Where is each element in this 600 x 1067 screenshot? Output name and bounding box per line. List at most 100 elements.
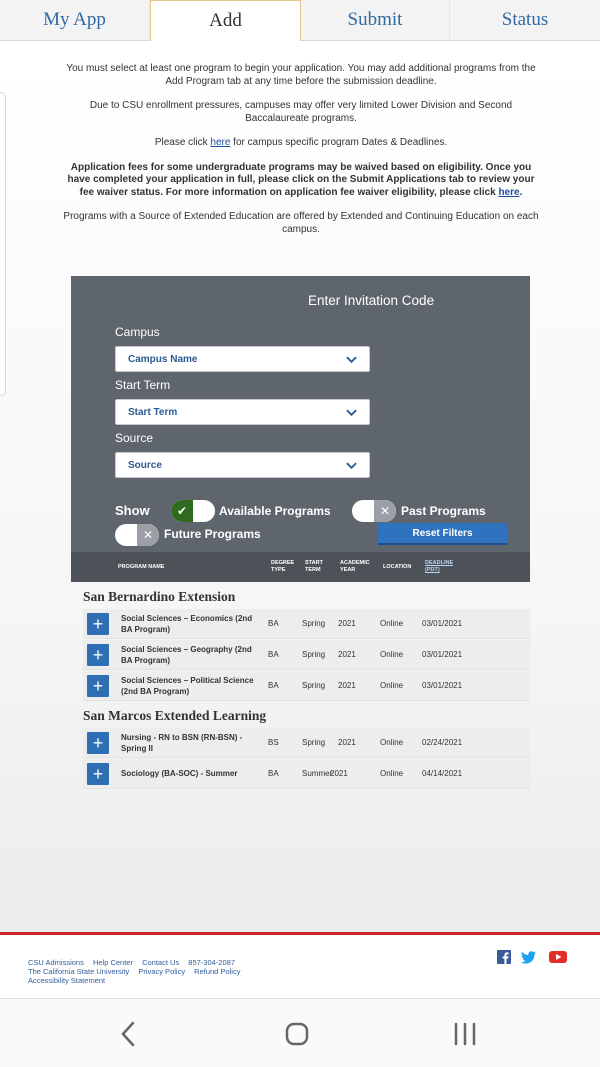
side-drawer-edge[interactable] — [0, 92, 6, 396]
start-term-select[interactable]: Start Term — [115, 399, 370, 425]
col-location: LOCATION — [383, 564, 412, 570]
facebook-icon[interactable] — [496, 949, 512, 965]
deadline: 02/24/2021 — [422, 738, 463, 747]
location: Online — [380, 650, 404, 659]
academic-year: 2021 — [338, 738, 356, 747]
start-term: Summer — [302, 769, 333, 778]
start-term-select-value: Start Term — [128, 406, 178, 418]
col-year-2: YEAR — [340, 567, 356, 573]
col-year-1: ACADEMIC — [340, 560, 370, 566]
campus-select[interactable]: Campus Name — [115, 346, 370, 372]
footer-link-phone[interactable]: 857-304-2087 — [188, 958, 235, 967]
location: Online — [380, 769, 404, 778]
degree-type: BS — [268, 738, 279, 747]
intro-fee-waiver: Application fees for some undergraduate … — [62, 162, 540, 200]
close-icon: ✕ — [374, 500, 396, 522]
footer: CSU Admissions Help Center Contact Us 85… — [0, 935, 600, 998]
footer-link-accessibility[interactable]: Accessibility Statement — [28, 976, 105, 985]
program-name: Social Sciences – Geography (2nd BA Prog… — [121, 645, 252, 665]
start-term: Spring — [302, 681, 326, 690]
footer-link-csu-admissions[interactable]: CSU Admissions — [28, 958, 84, 967]
degree-type: BA — [268, 681, 279, 690]
tab-bar: My App Add Submit Status — [0, 0, 600, 41]
footer-link-refund[interactable]: Refund Policy — [194, 967, 240, 976]
program-name: Sociology (BA-SOC) - Summer — [121, 769, 238, 778]
footer-links-row-2: The California State University Privacy … — [28, 967, 247, 976]
intro-extended-ed: Programs with a Source of Extended Educa… — [63, 211, 539, 235]
past-programs-label: Past Programs — [401, 504, 486, 518]
col-degree-2: TYPE — [271, 567, 286, 573]
show-label: Show — [115, 503, 150, 518]
col-deadline-pdt: (PDT) — [425, 567, 440, 573]
footer-link-privacy[interactable]: Privacy Policy — [138, 967, 185, 976]
tab-add[interactable]: Add — [150, 0, 301, 41]
reset-filters-button[interactable]: Reset Filters — [378, 523, 507, 545]
youtube-icon[interactable] — [548, 949, 568, 965]
group-title: San Bernardino Extension — [83, 589, 236, 604]
campus-label: Campus — [115, 325, 160, 339]
program-name: Nursing - RN to BSN (RN-BSN) - Spring II — [121, 733, 243, 753]
add-program-button[interactable]: + — [87, 732, 109, 754]
degree-type: BA — [268, 769, 279, 778]
source-label: Source — [115, 431, 154, 445]
table-row: + Social Sciences – Economics (2nd BA Pr… — [83, 609, 530, 639]
academic-year: 2021 — [338, 619, 356, 628]
col-deadline-sort-link[interactable]: DEADLINE — [425, 560, 453, 567]
source-select[interactable]: Source — [115, 452, 370, 478]
deadline: 03/01/2021 — [422, 681, 463, 690]
start-term: Spring — [302, 619, 326, 628]
program-name: Social Sciences – Economics (2nd BA Prog… — [121, 614, 253, 634]
add-program-button[interactable]: + — [87, 613, 109, 635]
add-program-button[interactable]: + — [87, 675, 109, 697]
footer-link-contact-us[interactable]: Contact Us — [142, 958, 179, 967]
back-icon[interactable] — [114, 1019, 144, 1049]
plus-icon: + — [92, 614, 104, 634]
chevron-down-icon — [346, 462, 357, 470]
degree-type: BA — [268, 619, 279, 628]
tab-status[interactable]: Status — [450, 0, 600, 41]
campus-select-value: Campus Name — [128, 353, 198, 365]
footer-links-row-1: CSU Admissions Help Center Contact Us 85… — [28, 958, 247, 967]
system-nav-bar — [0, 998, 600, 1067]
recent-apps-icon[interactable] — [450, 1019, 480, 1049]
plus-icon: + — [92, 676, 104, 696]
deadlines-text-before: Please click — [154, 137, 211, 148]
check-icon: ✔ — [171, 500, 193, 522]
deadlines-link[interactable]: here — [210, 137, 230, 148]
close-icon: ✕ — [137, 524, 159, 546]
intro-deadlines: Please click here for campus specific pr… — [62, 137, 540, 150]
location: Online — [380, 681, 404, 690]
add-program-button[interactable]: + — [87, 763, 109, 785]
academic-year: 2021 — [330, 769, 348, 778]
add-program-button[interactable]: + — [87, 644, 109, 666]
academic-year: 2021 — [338, 650, 356, 659]
tab-my-app[interactable]: My App — [0, 0, 150, 41]
invitation-code-link[interactable]: Enter Invitation Code — [308, 293, 434, 308]
program-name: Social Sciences – Political Science (2nd… — [121, 676, 254, 696]
col-start-2: TERM — [305, 567, 321, 573]
tab-submit[interactable]: Submit — [301, 0, 450, 41]
fee-waiver-text: Application fees for some undergraduate … — [67, 161, 535, 198]
twitter-icon[interactable] — [521, 949, 537, 965]
available-programs-label: Available Programs — [219, 504, 331, 518]
table-row: + Social Sciences – Political Science (2… — [83, 671, 530, 701]
footer-link-help-center[interactable]: Help Center — [93, 958, 133, 967]
location: Online — [380, 738, 404, 747]
fee-waiver-end: . — [519, 186, 523, 198]
intro-text: You must select at least one program to … — [62, 63, 540, 248]
source-select-value: Source — [128, 459, 162, 471]
footer-link-csu[interactable]: The California State University — [28, 967, 129, 976]
past-programs-toggle[interactable]: ✕ — [352, 500, 396, 522]
start-term-label: Start Term — [115, 378, 171, 392]
fee-waiver-link[interactable]: here — [498, 187, 519, 198]
available-programs-toggle[interactable]: ✔ — [171, 500, 215, 522]
group-title: San Marcos Extended Learning — [83, 708, 267, 723]
table-header: PROGRAM NAME DEGREE TYPE START TERM ACAD… — [71, 552, 530, 582]
chevron-down-icon — [346, 356, 357, 364]
future-programs-toggle[interactable]: ✕ — [115, 524, 159, 546]
start-term: Spring — [302, 650, 326, 659]
filter-panel: Enter Invitation Code Campus Campus Name… — [71, 276, 530, 582]
table-row: + Nursing - RN to BSN (RN-BSN) - Spring … — [83, 728, 530, 758]
home-icon[interactable] — [282, 1019, 312, 1049]
deadline: 03/01/2021 — [422, 650, 463, 659]
